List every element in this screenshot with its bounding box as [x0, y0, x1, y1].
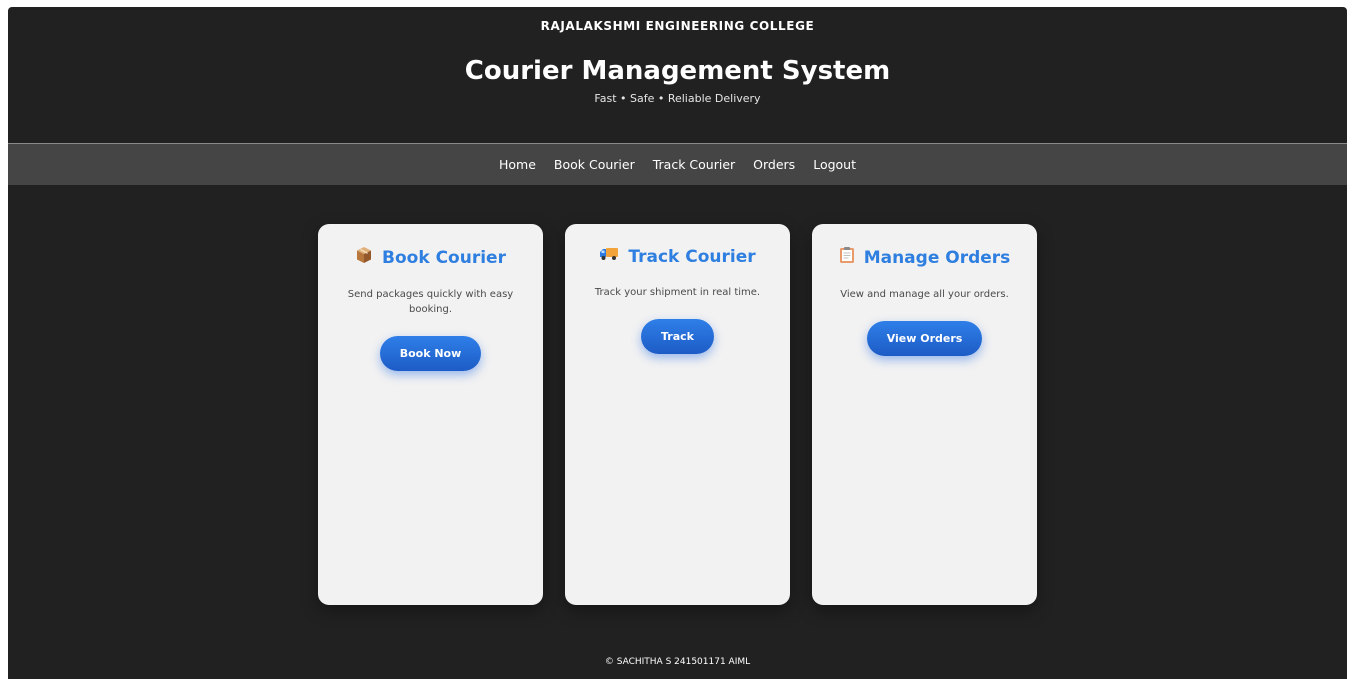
card-title-text: Manage Orders — [863, 247, 1011, 268]
card-book-courier: Book Courier Send packages quickly with … — [318, 224, 543, 605]
feature-cards: Book Courier Send packages quickly with … — [8, 224, 1347, 605]
nav-orders[interactable]: Orders — [753, 157, 795, 172]
nav-bar: Home Book Courier Track Courier Orders L… — [8, 143, 1347, 185]
college-name: RAJALAKSHMI ENGINEERING COLLEGE — [540, 19, 815, 33]
card-title-text: Track Courier — [628, 246, 756, 267]
page-title: Courier Management System — [464, 56, 891, 86]
view-orders-button[interactable]: View Orders — [866, 321, 983, 356]
app-frame: RAJALAKSHMI ENGINEERING COLLEGE Courier … — [8, 7, 1347, 679]
card-description: Track your shipment in real time. — [594, 287, 761, 298]
card-description: Send packages quickly with easy booking. — [347, 289, 514, 315]
card-title-text: Book Courier — [382, 247, 506, 268]
nav-book-courier[interactable]: Book Courier — [554, 157, 635, 172]
site-header: RAJALAKSHMI ENGINEERING COLLEGE Courier … — [8, 7, 1347, 143]
truck-icon — [599, 246, 619, 267]
tagline: Fast • Safe • Reliable Delivery — [594, 92, 761, 105]
footer-credit: © SACHITHA S 241501171 AIML — [604, 657, 751, 667]
card-title: Book Courier — [336, 246, 525, 269]
track-button[interactable]: Track — [641, 319, 714, 354]
nav-logout[interactable]: Logout — [813, 157, 856, 172]
nav-home[interactable]: Home — [499, 157, 536, 172]
card-title: Track Courier — [583, 246, 772, 267]
nav-track-courier[interactable]: Track Courier — [653, 157, 735, 172]
card-track-courier: Track Courier Track your shipment in rea… — [565, 224, 790, 605]
card-description: View and manage all your orders. — [840, 289, 1009, 300]
card-title: Manage Orders — [830, 246, 1019, 269]
card-manage-orders: Manage Orders View and manage all your o… — [812, 224, 1037, 605]
clipboard-icon — [839, 246, 855, 269]
book-now-button[interactable]: Book Now — [379, 336, 482, 371]
package-icon — [355, 246, 373, 269]
